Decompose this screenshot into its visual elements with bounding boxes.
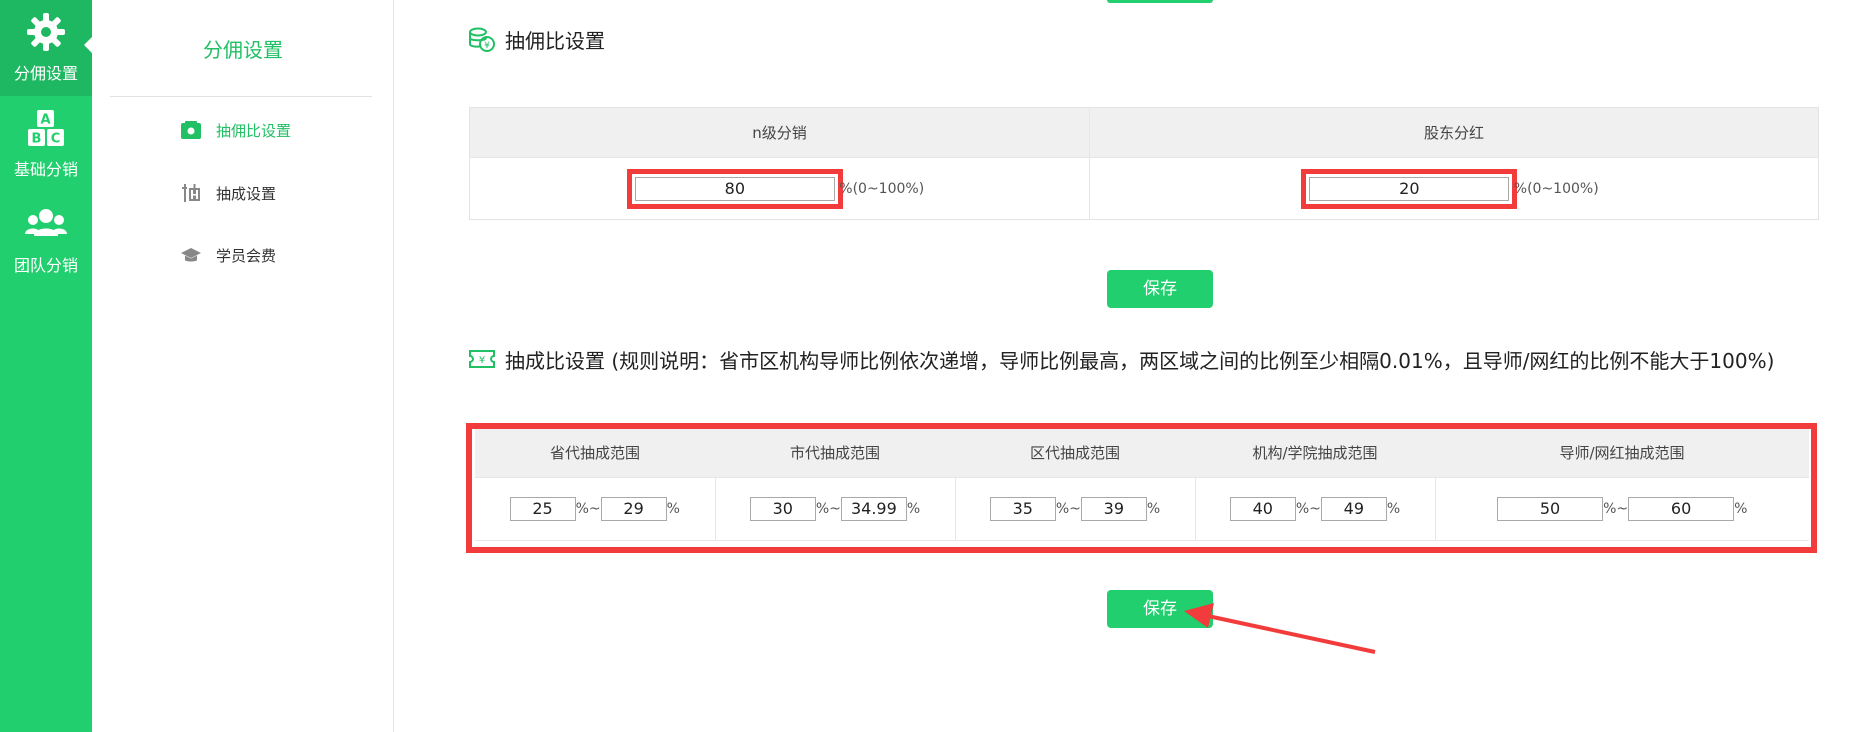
svg-text:¥: ¥	[484, 41, 490, 51]
subnav-item-member-fee[interactable]: 学员会费	[180, 240, 276, 270]
save-button-deduction[interactable]: 保存	[1107, 590, 1213, 628]
range-hint: %(0~100%)	[1513, 180, 1599, 197]
team-icon	[25, 209, 67, 236]
graduation-cap-icon	[180, 244, 202, 266]
institution-min-input[interactable]	[1229, 496, 1296, 521]
table-row: %(0~100%) %(0~100%)	[469, 157, 1819, 220]
wallet-icon	[180, 119, 202, 141]
abc-blocks-icon: A B C	[28, 110, 64, 147]
city-min-input[interactable]	[749, 496, 816, 521]
pct-label: %	[1386, 500, 1401, 517]
pct-label: %	[1295, 500, 1310, 517]
table-cell: %~%	[475, 476, 715, 541]
table-cell: %~%	[954, 476, 1195, 541]
pct-label: %	[1734, 500, 1748, 517]
shareholder-dividend-input[interactable]	[1301, 168, 1518, 209]
col-header: 区代抽成范围	[955, 429, 1195, 477]
nav-label: 基础分销	[13, 160, 78, 179]
nav-item-basic-distribution[interactable]: A B C 基础分销	[0, 96, 92, 192]
tilde-label: ~	[1309, 500, 1321, 517]
subnav-divider	[110, 96, 372, 97]
pct-label: %	[906, 500, 921, 517]
range-hint: %(0~100%)	[839, 180, 925, 197]
tilde-label: ~	[1069, 500, 1081, 517]
section1-heading: ¥ 抽佣比设置	[467, 24, 605, 54]
left-nav: 分佣设置 A B C 基础分销 团队分销	[0, 0, 93, 732]
pct-label: %	[575, 500, 589, 517]
section2-heading: ¥ 抽成比设置 (规则说明：省市区机构导师比例依次递增，导师比例最高，两区域之间…	[467, 344, 1774, 374]
mentor-min-input[interactable]	[1497, 496, 1604, 521]
district-min-input[interactable]	[989, 496, 1056, 521]
col-header: n级分销	[469, 107, 1090, 158]
deduction-range-table: 省代抽成范围 市代抽成范围 区代抽成范围 机构/学院抽成范围 导师/网红抽成范围…	[475, 429, 1809, 541]
nav-item-commission-settings[interactable]: 分佣设置	[0, 0, 92, 96]
subnav-item-label: 抽佣比设置	[216, 121, 292, 140]
col-header: 省代抽成范围	[475, 429, 715, 477]
table-cell: %(0~100%)	[469, 157, 1090, 220]
commission-ratio-table: n级分销 股东分红 %(0~100%) %(0~100%)	[469, 107, 1819, 220]
tilde-label: ~	[829, 500, 841, 517]
nav-label: 分佣设置	[13, 64, 78, 83]
pct-label: %	[666, 500, 680, 517]
subnav-item-deduction[interactable]: 抽成设置	[180, 178, 276, 208]
coins-icon: ¥	[469, 27, 495, 52]
subnav-item-commission-ratio[interactable]: 抽佣比设置	[180, 115, 291, 145]
previous-save-button-edge[interactable]	[1107, 0, 1213, 3]
pct-label: %	[815, 500, 830, 517]
col-header: 股东分红	[1089, 107, 1819, 158]
svg-text:¥: ¥	[479, 355, 485, 366]
col-header: 机构/学院抽成范围	[1195, 429, 1435, 477]
tilde-label: ~	[588, 500, 601, 517]
pct-label: %	[1055, 500, 1070, 517]
chou-char-icon	[180, 182, 202, 204]
tilde-label: ~	[1616, 500, 1629, 517]
table-cell: %~%	[1194, 476, 1435, 541]
table-cell: %~%	[714, 476, 955, 541]
subnav-item-label: 学员会费	[216, 246, 277, 265]
mentor-max-input[interactable]	[1628, 496, 1735, 521]
subnav-title: 分佣设置	[203, 38, 283, 62]
section2-title: 抽成比设置 (规则说明：省市区机构导师比例依次递增，导师比例最高，两区域之间的比…	[505, 348, 1775, 373]
svg-text:C: C	[51, 132, 61, 147]
n-level-ratio-input[interactable]	[626, 168, 843, 209]
save-button-commission[interactable]: 保存	[1107, 270, 1213, 308]
province-max-input[interactable]	[600, 496, 667, 521]
city-max-input[interactable]	[840, 496, 907, 521]
col-header: 市代抽成范围	[715, 429, 955, 477]
sub-sidebar: 分佣设置 抽佣比设置 抽成设置 学员会费	[92, 0, 394, 732]
nav-item-team-distribution[interactable]: 团队分销	[0, 192, 92, 288]
pct-label: %	[1146, 500, 1161, 517]
nav-label: 团队分销	[13, 256, 78, 275]
subnav-item-label: 抽成设置	[216, 184, 277, 203]
ticket-yen-icon: ¥	[469, 350, 495, 368]
table-cell: %(0~100%)	[1089, 157, 1819, 220]
section1-title: 抽佣比设置	[505, 28, 605, 53]
table-row: %~% %~% %~% %~% %~%	[475, 476, 1809, 541]
svg-text:B: B	[32, 132, 42, 147]
pct-label: %	[1603, 500, 1617, 517]
gear-icon	[27, 13, 65, 51]
province-min-input[interactable]	[509, 496, 576, 521]
table-cell: %~%	[1434, 476, 1809, 541]
svg-text:A: A	[40, 113, 50, 128]
col-header: 导师/网红抽成范围	[1435, 429, 1809, 477]
district-max-input[interactable]	[1080, 496, 1147, 521]
institution-max-input[interactable]	[1320, 496, 1387, 521]
